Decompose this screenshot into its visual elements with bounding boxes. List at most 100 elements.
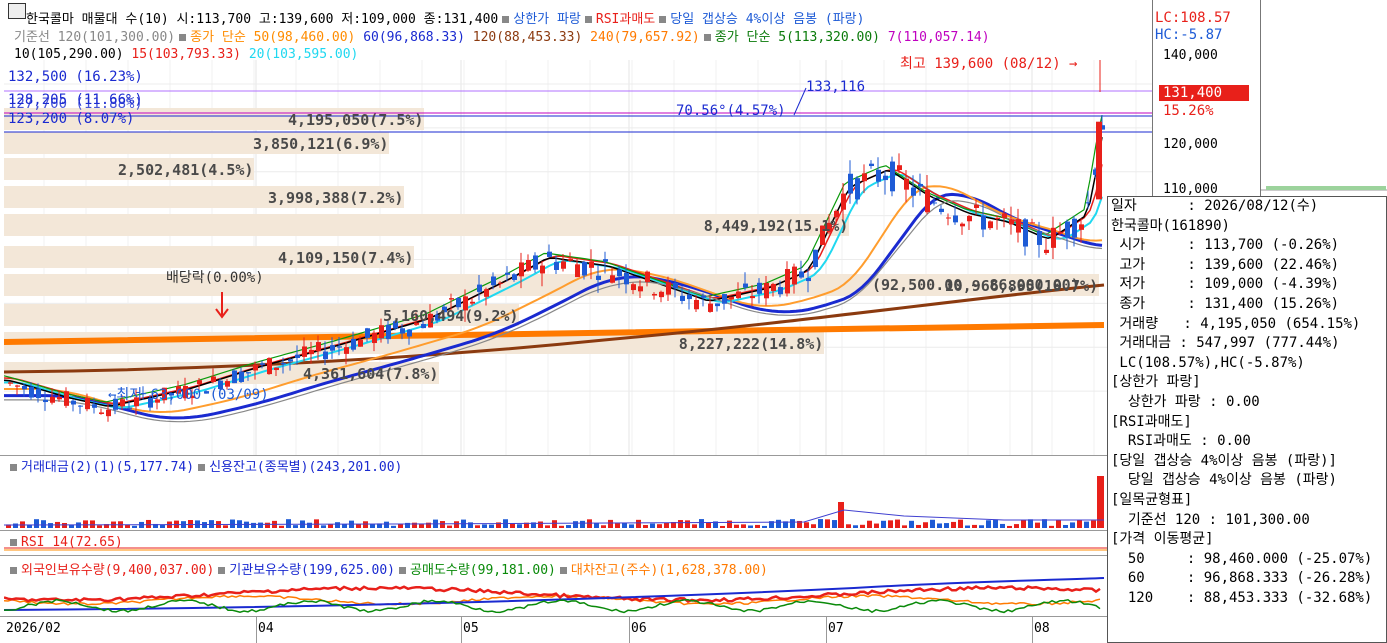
fib-label: 70.56°(4.57%)	[676, 103, 786, 119]
volume-bar	[944, 523, 949, 528]
volume-bar	[251, 522, 256, 528]
legend-ma240[interactable]: 240(79,657.92)	[590, 30, 700, 45]
legend-trade-value[interactable]: 거래대금(2)(1)(5,177.74)	[21, 460, 194, 475]
candle-body	[736, 291, 741, 299]
candle-body	[246, 372, 251, 374]
candle-body	[197, 380, 202, 385]
volume-bar	[888, 520, 893, 528]
cond3[interactable]: 당일 갭상승 4%이상 음봉 (파랑)	[670, 12, 864, 27]
volume-bar	[1021, 520, 1026, 528]
volume-bar	[41, 520, 46, 528]
volume-bar	[440, 521, 445, 528]
lc-label: LC:108.57	[1155, 10, 1231, 26]
candle-body	[1051, 227, 1056, 248]
volume-bar	[34, 519, 39, 528]
candle-body	[1030, 222, 1035, 224]
volume-bar	[741, 524, 746, 528]
candle-body	[281, 363, 286, 365]
candle-body	[883, 175, 888, 181]
range-label: (92,500.00 ~ 86,000.00)	[872, 276, 1080, 294]
candle-body	[540, 265, 545, 274]
volume-bar	[545, 525, 550, 528]
candle-body	[890, 161, 895, 192]
volume-bar	[83, 520, 88, 528]
candle-body	[708, 303, 713, 312]
volume-bar	[307, 522, 312, 528]
volume-profile-bands	[4, 108, 1099, 384]
divider-1	[0, 455, 1152, 456]
legend-ma120[interactable]: 120(88,453.33)	[473, 30, 583, 45]
holdings-chart[interactable]	[4, 570, 1108, 616]
mini-chart-svg	[1261, 186, 1387, 191]
volume-bar	[258, 522, 263, 528]
candle-body	[974, 204, 979, 208]
info-row: [상한가 파랑]	[1111, 374, 1201, 391]
volume-chart[interactable]	[4, 476, 1108, 528]
volume-bar	[1014, 524, 1019, 528]
divider-2	[0, 530, 1152, 531]
candle-body	[589, 261, 594, 268]
candle-body	[1086, 202, 1091, 204]
info-row: 종가 : 131,400 (15.26%)	[1111, 295, 1340, 312]
candle-body	[477, 284, 482, 292]
volume-bar	[643, 525, 648, 528]
vp-label: 3,850,121(6.9%)	[253, 135, 389, 153]
candle-body	[750, 296, 755, 299]
candle-body	[932, 202, 937, 204]
current-pct: 15.26%	[1163, 103, 1214, 119]
volume-bar	[454, 521, 459, 528]
hc-label: HC:-5.87	[1155, 27, 1223, 43]
volume-bar	[391, 525, 396, 528]
volume-bar	[818, 519, 823, 528]
y-tick-120000: 120,000	[1163, 137, 1218, 152]
x-axis-line	[0, 616, 1152, 617]
candle-body	[1023, 219, 1028, 247]
candle-body	[960, 223, 965, 227]
candle-body	[449, 298, 454, 300]
volume-bar	[447, 525, 452, 528]
candle-body	[302, 346, 307, 357]
mini-chart[interactable]	[1260, 0, 1387, 200]
legend-credit-balance[interactable]: 신용잔고(종목별)(243,201.00)	[209, 460, 402, 475]
volume-bar	[720, 525, 725, 528]
legend-base[interactable]: 기준선 120(101,300.00)	[14, 30, 175, 45]
candle-body	[71, 400, 76, 405]
cond1[interactable]: 상한가 파랑	[513, 12, 581, 27]
volume-bar	[419, 524, 424, 528]
price-axis[interactable]: LC:108.57 HC:-5.87 140,000 120,000 110,0…	[1152, 0, 1261, 200]
candle-body	[337, 346, 342, 348]
legend-ma50[interactable]: 종가 단순 50(98,460.00)	[190, 30, 355, 45]
cond1-marker	[502, 15, 510, 23]
window-icon[interactable]	[8, 3, 26, 19]
volume-bar	[657, 524, 662, 528]
candle-body	[15, 385, 20, 387]
candle-body	[484, 289, 489, 297]
volume-bar	[559, 525, 564, 528]
candle-body	[22, 385, 27, 390]
volume-bar	[398, 524, 403, 528]
candle-body	[8, 382, 13, 384]
short-line	[4, 598, 1101, 614]
legend-ma5[interactable]: 종가 단순 5(113,320.00)	[715, 30, 880, 45]
candle-body	[715, 303, 720, 307]
candle-body	[365, 328, 370, 338]
candle-body	[78, 405, 83, 407]
candle-body	[652, 293, 657, 296]
candle-body	[1002, 213, 1007, 218]
volume-bar	[909, 520, 914, 528]
cond2[interactable]: RSI과매도	[596, 12, 655, 27]
legend-ma60[interactable]: 60(96,868.33)	[363, 30, 465, 45]
volume-bar	[13, 523, 18, 528]
volume-bar	[692, 524, 697, 528]
volume-bar	[538, 521, 543, 528]
candle-body	[869, 163, 874, 167]
volume-bar	[608, 519, 613, 528]
candle-body	[785, 269, 790, 294]
legend-ma7[interactable]: 7(110,057.14)	[888, 30, 990, 45]
candle-body	[456, 298, 461, 308]
candle-body	[1037, 230, 1042, 245]
rsi-chart[interactable]	[4, 536, 1108, 552]
dividend-label: 배당락(0.00%)	[166, 270, 264, 286]
volume-bar	[1035, 522, 1040, 528]
y-tick-110000: 110,000	[1163, 182, 1218, 197]
